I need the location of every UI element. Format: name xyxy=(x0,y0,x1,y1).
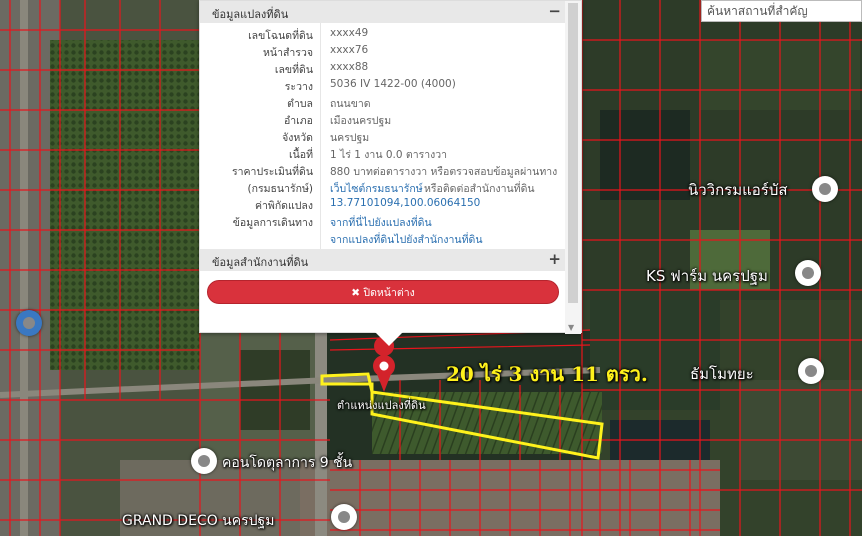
row-label: หน้าสำรวจ xyxy=(263,47,313,59)
place-label-airbus[interactable]: นิววิกรมแอร์บัส xyxy=(688,178,788,202)
row-label: ระวาง xyxy=(284,81,313,93)
place-pin-icon[interactable] xyxy=(798,358,824,384)
close-window-button[interactable]: ✖ ปิดหน้าต่าง xyxy=(207,280,559,304)
row-value: 1 ไร่ 1 งาน 0.0 ตารางวา xyxy=(330,149,448,161)
row-area: เนื้อที่ 1 ไร่ 1 งาน 0.0 ตารางวา xyxy=(200,146,566,163)
collapse-icon[interactable]: − xyxy=(548,2,561,20)
row-province: จังหวัด นครปฐม xyxy=(200,129,566,146)
place-pin-icon[interactable] xyxy=(16,310,42,336)
row-treasury: (กรมธนารักษ์) เว็บไซต์กรมธนารักษ์ หรือติ… xyxy=(200,180,566,197)
place-pin-icon[interactable] xyxy=(812,176,838,202)
row-value: ถนนขาด xyxy=(330,98,371,110)
row-value: เมืองนครปฐม xyxy=(330,115,392,127)
section-title: ข้อมูลสำนักงานที่ดิน xyxy=(212,256,309,269)
row-value: xxxx49 xyxy=(330,27,369,39)
place-pin-icon[interactable] xyxy=(795,260,821,286)
popup-scrollbar[interactable]: ▼ xyxy=(565,1,581,334)
row-label: เลขที่ดิน xyxy=(274,64,313,76)
row-survey-page: หน้าสำรวจ xxxx76 xyxy=(200,44,566,61)
row-value: xxxx76 xyxy=(330,44,369,56)
place-label-thammothaya[interactable]: ธัมโมทยะ xyxy=(690,362,754,386)
directions-to-parcel-link[interactable]: จากที่นี่ไปยังแปลงที่ดิน xyxy=(330,214,432,231)
row-value: 880 บาทต่อตารางวา หรือตรวจสอบข้อมูลผ่านท… xyxy=(330,166,558,178)
row-value: xxxx88 xyxy=(330,61,369,73)
treasury-website-link[interactable]: เว็บไซต์กรมธนารักษ์ xyxy=(330,180,423,197)
coordinates-link[interactable]: 13.77101094,100.06064150 xyxy=(330,197,480,209)
place-label-ks-farm[interactable]: KS ฟาร์ม นครปฐม xyxy=(646,264,768,288)
place-pin-icon[interactable] xyxy=(191,448,217,474)
row-directions: ข้อมูลการเดินทาง จากที่นี่ไปยังแปลงที่ดิ… xyxy=(200,214,566,231)
row-label: ค่าพิกัดแปลง xyxy=(254,200,313,212)
expand-icon[interactable]: + xyxy=(548,250,561,268)
search-input[interactable] xyxy=(701,0,862,22)
row-label: อำเภอ xyxy=(283,115,313,127)
row-coordinates: ค่าพิกัดแปลง 13.77101094,100.06064150 xyxy=(200,197,566,214)
place-label-grand-deco[interactable]: GRAND DECO นครปฐม xyxy=(122,510,274,532)
row-label: (กรมธนารักษ์) xyxy=(247,183,313,195)
row-directions-office: จากแปลงที่ดินไปยังสำนักงานที่ดิน xyxy=(200,231,566,248)
marker-caption: ตำแหน่งแปลงที่ดิน xyxy=(337,399,426,412)
directions-to-office-link[interactable]: จากแปลงที่ดินไปยังสำนักงานที่ดิน xyxy=(330,231,483,248)
row-value: นครปฐม xyxy=(330,132,370,144)
scroll-down-icon[interactable]: ▼ xyxy=(568,323,574,332)
parcel-info-popup: ข้อมูลแปลงที่ดิน − เลขโฉนดที่ดิน xxxx49 … xyxy=(199,0,582,346)
row-deed-number: เลขโฉนดที่ดิน xxxx49 xyxy=(200,27,566,44)
row-label: จังหวัด xyxy=(282,132,313,144)
row-label: ข้อมูลการเดินทาง xyxy=(232,217,313,229)
row-district: อำเภอ เมืองนครปฐม xyxy=(200,112,566,129)
row-land-number: เลขที่ดิน xxxx88 xyxy=(200,61,566,78)
row-value: หรือติดต่อสำนักงานที่ดิน xyxy=(424,183,535,195)
row-value: 5036 IV 1422-00 (4000) xyxy=(330,78,456,90)
row-map-sheet: ระวาง 5036 IV 1422-00 (4000) xyxy=(200,78,566,95)
parcel-info-header[interactable]: ข้อมูลแปลงที่ดิน − xyxy=(200,1,566,23)
place-label-condo[interactable]: คอนโดตุลาการ 9 ชั้น xyxy=(222,452,352,474)
section-title: ข้อมูลแปลงที่ดิน xyxy=(212,8,289,21)
row-subdistrict: ตำบล ถนนขาด xyxy=(200,95,566,112)
row-label: ตำบล xyxy=(287,98,313,110)
land-office-header[interactable]: ข้อมูลสำนักงานที่ดิน + xyxy=(200,249,566,271)
row-label: ราคาประเมินที่ดิน xyxy=(231,166,313,178)
row-label: เลขโฉนดที่ดิน xyxy=(248,30,313,42)
row-appraised-price: ราคาประเมินที่ดิน 880 บาทต่อตารางวา หรือ… xyxy=(200,163,566,180)
place-pin-icon[interactable] xyxy=(331,504,357,530)
area-label: 20 ไร่ 3 งาน 11 ตรว. xyxy=(446,362,648,386)
row-label: เนื้อที่ xyxy=(289,149,313,161)
